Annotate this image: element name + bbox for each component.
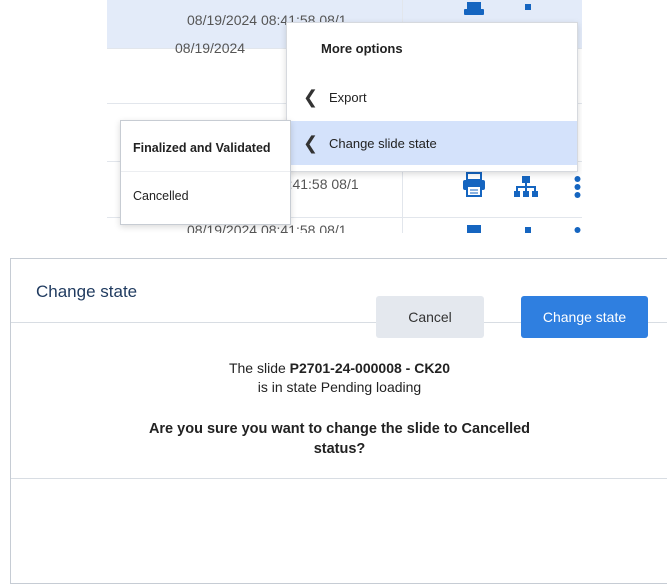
dialog-body: The slide P2701-24-000008 - CK20 is in s…: [11, 359, 667, 459]
menu-title: More options: [321, 41, 403, 56]
chevron-left-icon: ❮: [303, 132, 319, 153]
hierarchy-icon[interactable]: [523, 4, 533, 14]
more-options-icon[interactable]: [573, 176, 582, 198]
more-options-menu: More options ❮ Export ❮ Change slide sta…: [286, 22, 578, 172]
slide-state-submenu: Finalized and Validated Cancelled: [120, 120, 291, 225]
menu-item-export[interactable]: ❮ Export: [287, 75, 577, 119]
divider: [11, 478, 667, 479]
date-cell: 08/19/2024: [175, 40, 246, 56]
submenu-item-finalized-validated[interactable]: Finalized and Validated: [121, 125, 290, 171]
cancel-button[interactable]: Cancel: [376, 296, 484, 338]
slide-state-line: is in state Pending loading: [257, 379, 422, 395]
more-options-icon[interactable]: [573, 227, 582, 233]
menu-item-label: Export: [329, 89, 367, 105]
chevron-left-icon: ❮: [303, 86, 319, 107]
dialog-title: Change state: [36, 282, 138, 301]
divider: [121, 171, 290, 172]
submenu-item-cancelled[interactable]: Cancelled: [121, 173, 290, 219]
change-state-button[interactable]: Change state: [521, 296, 648, 338]
hierarchy-icon[interactable]: [523, 227, 533, 233]
hierarchy-icon[interactable]: [514, 176, 538, 198]
print-label-icon[interactable]: [463, 225, 485, 233]
confirm-question: Are you sure you want to change the slid…: [148, 421, 531, 437]
menu-item-change-slide-state[interactable]: ❮ Change slide state: [287, 121, 577, 165]
confirm-question-cont: status?: [313, 441, 366, 457]
print-label-icon[interactable]: [463, 2, 485, 16]
slide-info-prefix: The slide: [228, 360, 290, 376]
slide-info-line: The slide P2701-24-000008 - CK20: [11, 359, 667, 378]
slides-table-crop: 08/19/2024 08:41:58 08/1 08/19/2024 08:4…: [107, 0, 582, 233]
menu-item-label: Change slide state: [329, 135, 437, 151]
print-label-icon[interactable]: [462, 172, 486, 198]
slide-id: P2701-24-000008 - CK20: [289, 360, 451, 376]
